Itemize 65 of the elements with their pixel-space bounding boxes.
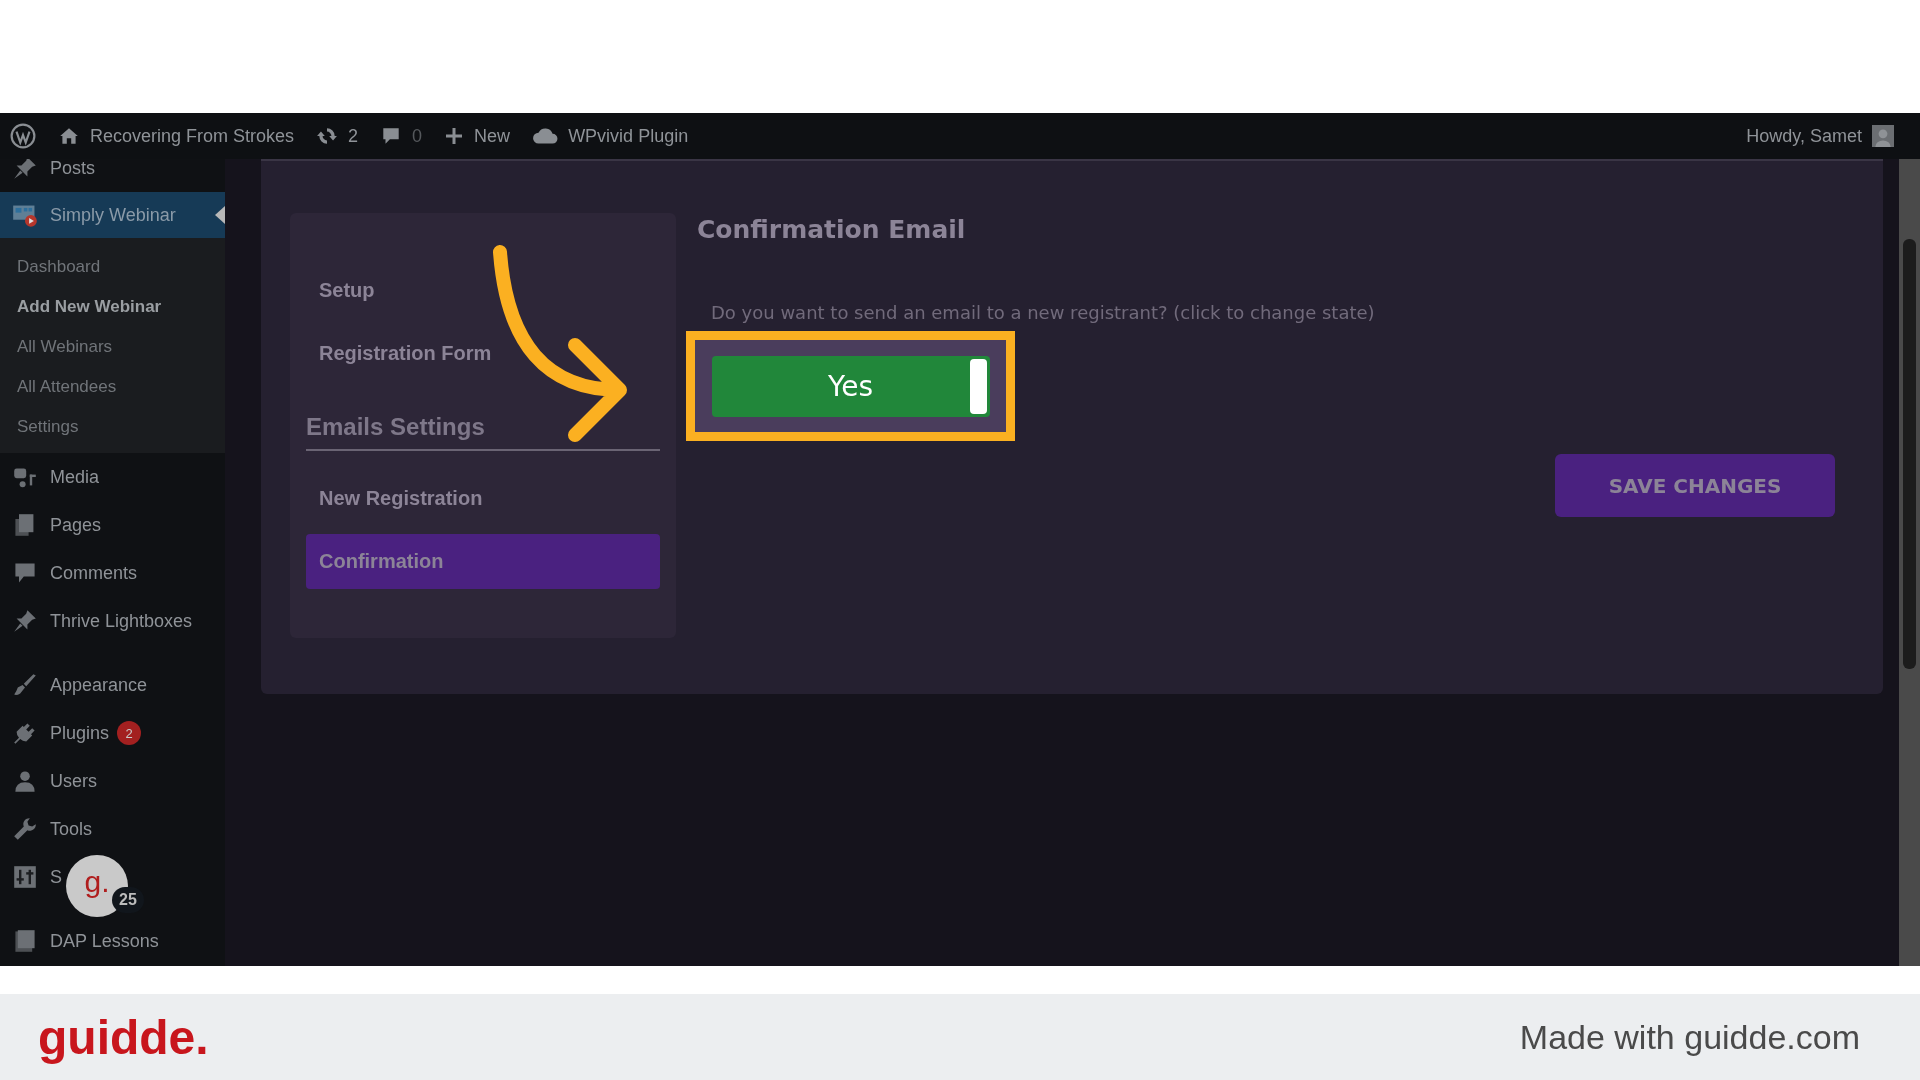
credit-text: Made with guidde.com <box>1519 1017 1860 1057</box>
sidebar-item[interactable]: Comments <box>0 549 138 597</box>
sidebar-item[interactable]: Thrive Lightboxes <box>0 597 193 645</box>
sidebar-item-label: Posts <box>50 159 96 179</box>
scrollbar[interactable] <box>1899 159 1920 966</box>
sidebar-item[interactable]: S <box>0 853 62 901</box>
question-text: Do you want to send an email to a new registrant? (click to change state) <box>711 302 1376 323</box>
submenu-item[interactable]: All Webinars <box>0 327 225 367</box>
user-icon <box>12 769 38 793</box>
sidebar-item[interactable]: Simply Webinar <box>0 192 225 238</box>
step-count-badge: 25 <box>112 887 144 913</box>
sidebar-item-label: Plugins <box>50 722 110 744</box>
submenu-item[interactable]: Settings <box>0 407 225 447</box>
section-title: Confirmation Email <box>697 215 967 244</box>
refresh-icon <box>316 125 339 147</box>
pushpin-icon <box>12 609 38 633</box>
nav-link[interactable]: Confirmation <box>306 534 660 589</box>
sidebar-item-label: Pages <box>50 514 102 536</box>
nav-link[interactable]: New Registration <box>306 471 660 526</box>
submenu-item[interactable]: Add New Webinar <box>0 287 225 327</box>
guidde-logo: guidde. <box>38 1009 209 1065</box>
site-name-link[interactable]: Recovering From Strokes <box>58 125 295 147</box>
nav-section-heading: Emails Settings <box>306 389 660 451</box>
nav-link[interactable]: Setup <box>306 263 660 318</box>
sidebar-item[interactable]: Media <box>0 453 100 501</box>
sidebar-item-label: Thrive Lightboxes <box>50 610 193 632</box>
webinar-icon <box>12 203 38 227</box>
book-icon <box>12 929 38 953</box>
new-link[interactable]: New <box>444 125 511 147</box>
sidebar-item[interactable]: Users <box>0 757 97 805</box>
toggle-switch[interactable]: Yes <box>711 355 990 417</box>
wrench-icon <box>12 817 38 841</box>
sidebar-item-label: DAP Lessons <box>50 930 159 952</box>
sidebar-item[interactable]: DAP Lessons <box>0 917 159 965</box>
plug-icon <box>12 721 38 745</box>
sidebar-item[interactable]: Tools <box>0 805 93 853</box>
current-pointer-icon <box>215 206 225 224</box>
submenu-item[interactable]: Dashboard <box>0 247 225 287</box>
plugin-link[interactable]: WPvivid Plugin <box>532 125 689 147</box>
sidebar-item[interactable]: Appearance <box>0 661 148 709</box>
speech-bubble-icon <box>12 561 38 585</box>
sidebar-item[interactable]: Pages <box>0 501 102 549</box>
paintbrush-icon <box>12 673 38 697</box>
pushpin-icon <box>12 159 38 180</box>
sidebar-item-label: Simply Webinar <box>50 204 176 226</box>
updates-link[interactable]: 2 <box>316 125 359 147</box>
avatar-icon <box>1872 125 1894 147</box>
sidebar-item-label: Appearance <box>50 674 148 696</box>
plus-icon <box>444 126 465 146</box>
recorder-logo: g. <box>84 865 110 899</box>
sidebar-item[interactable]: Plugins 2 <box>0 709 142 757</box>
sidebar-item-label: Comments <box>50 562 138 584</box>
sliders-icon <box>12 865 38 889</box>
nav-link[interactable]: Registration Form <box>306 326 660 381</box>
sidebar-item-label: S <box>50 866 62 888</box>
submenu-item[interactable]: All Attendees <box>0 367 225 407</box>
account-link[interactable]: Howdy, Samet <box>1746 125 1894 147</box>
cloud-icon <box>532 127 559 145</box>
save-changes-button[interactable]: SAVE CHANGES <box>1555 454 1835 517</box>
sidebar-item[interactable]: Posts <box>0 159 96 192</box>
sidebar-item-label: Tools <box>50 818 93 840</box>
sidebar-item-label: Users <box>50 770 97 792</box>
sidebar-item-label: Media <box>50 466 100 488</box>
count-badge: 2 <box>117 721 142 745</box>
wordpress-logo-icon[interactable] <box>10 123 36 149</box>
